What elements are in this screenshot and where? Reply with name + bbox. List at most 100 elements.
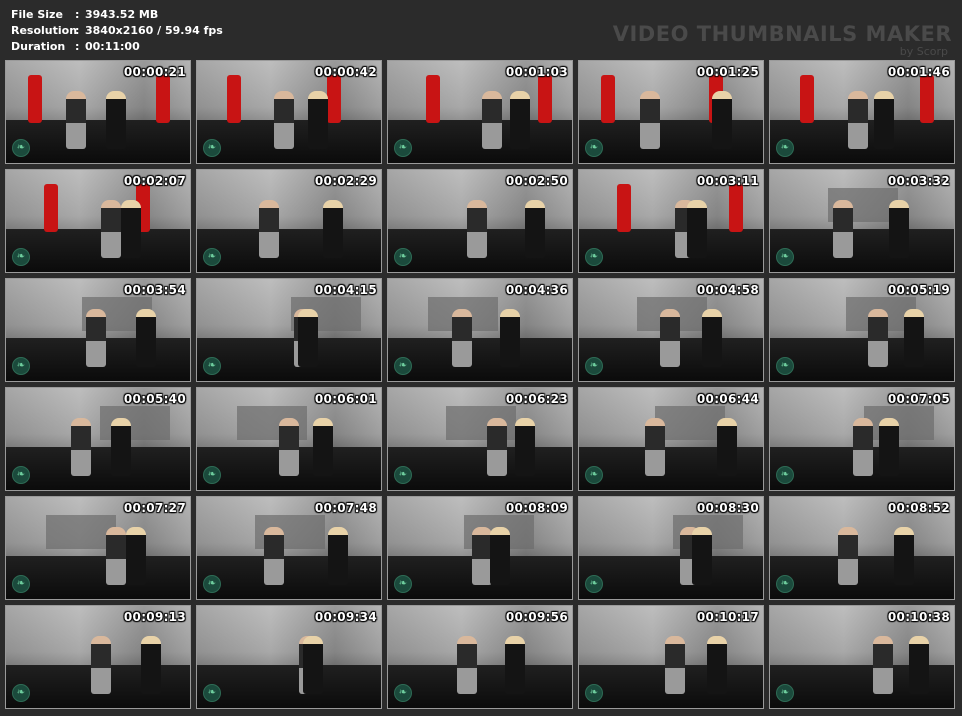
wall-mural: [864, 406, 934, 440]
video-thumbnail[interactable]: 00:07:27 ❧: [5, 496, 191, 600]
watermark-sub: by Scorp: [899, 45, 948, 58]
video-thumbnail[interactable]: 00:01:46 ❧: [769, 60, 955, 164]
leaf-icon: ❧: [12, 139, 30, 157]
video-thumbnail[interactable]: 00:09:56 ❧: [387, 605, 573, 709]
duration-value: 00:11:00: [85, 40, 140, 53]
person-figure: [707, 636, 727, 694]
person-figure: [848, 91, 868, 149]
person-figure: [873, 636, 893, 694]
scene-floor: [388, 120, 572, 163]
timestamp: 00:09:13: [123, 610, 186, 624]
timestamp: 00:03:54: [123, 283, 186, 297]
file-size-value: 3943.52 MB: [85, 8, 159, 21]
timestamp: 00:06:23: [505, 392, 568, 406]
leaf-icon: ❧: [203, 466, 221, 484]
video-thumbnail[interactable]: 00:09:34 ❧: [196, 605, 382, 709]
resolution-label: Resolution: [11, 24, 78, 37]
file-size-label: File Size: [11, 8, 63, 21]
file-info: File Size : 3943.52 MB Resolution : 3840…: [11, 7, 223, 55]
video-thumbnail[interactable]: 00:04:15 ❧: [196, 278, 382, 382]
video-thumbnail[interactable]: 00:06:44 ❧: [578, 387, 764, 491]
leaf-icon: ❧: [776, 357, 794, 375]
video-thumbnail[interactable]: 00:02:50 ❧: [387, 169, 573, 273]
leaf-icon: ❧: [394, 357, 412, 375]
person-figure: [106, 91, 126, 149]
person-figure: [515, 418, 535, 476]
leaf-icon: ❧: [12, 357, 30, 375]
scene-floor: [579, 120, 763, 163]
timestamp: 00:02:50: [505, 174, 568, 188]
scene-floor: [6, 556, 190, 599]
leaf-icon: ❧: [203, 248, 221, 266]
video-thumbnail[interactable]: 00:02:07 ❧: [5, 169, 191, 273]
video-thumbnail[interactable]: 00:06:01 ❧: [196, 387, 382, 491]
person-figure: [660, 309, 680, 367]
video-thumbnail[interactable]: 00:08:09 ❧: [387, 496, 573, 600]
watermark-title: VIDEO THUMBNAILS MAKER: [612, 22, 952, 46]
leaf-icon: ❧: [776, 575, 794, 593]
timestamp: 00:03:11: [696, 174, 759, 188]
timestamp: 00:04:58: [696, 283, 759, 297]
person-figure: [303, 636, 323, 694]
leaf-icon: ❧: [12, 248, 30, 266]
person-figure: [889, 200, 909, 258]
person-figure: [279, 418, 299, 476]
punching-bag: [601, 75, 615, 123]
video-thumbnail[interactable]: 00:08:52 ❧: [769, 496, 955, 600]
leaf-icon: ❧: [585, 466, 603, 484]
leaf-icon: ❧: [394, 575, 412, 593]
leaf-icon: ❧: [776, 139, 794, 157]
video-thumbnail[interactable]: 00:01:03 ❧: [387, 60, 573, 164]
person-figure: [136, 309, 156, 367]
video-thumbnail[interactable]: 00:03:54 ❧: [5, 278, 191, 382]
video-thumbnail[interactable]: 00:00:42 ❧: [196, 60, 382, 164]
video-thumbnail[interactable]: 00:05:19 ❧: [769, 278, 955, 382]
person-figure: [645, 418, 665, 476]
video-thumbnail[interactable]: 00:05:40 ❧: [5, 387, 191, 491]
video-thumbnail[interactable]: 00:01:25 ❧: [578, 60, 764, 164]
timestamp: 00:06:44: [696, 392, 759, 406]
video-thumbnail[interactable]: 00:00:21 ❧: [5, 60, 191, 164]
leaf-icon: ❧: [203, 139, 221, 157]
person-figure: [692, 527, 712, 585]
timestamp: 00:06:01: [314, 392, 377, 406]
video-thumbnail[interactable]: 00:02:29 ❧: [196, 169, 382, 273]
punching-bag: [28, 75, 42, 123]
scene-floor: [197, 338, 381, 381]
person-figure: [472, 527, 492, 585]
resolution-row: Resolution : 3840x2160 / 59.94 fps: [11, 23, 223, 39]
punching-bag: [800, 75, 814, 123]
video-thumbnail[interactable]: 00:04:36 ❧: [387, 278, 573, 382]
video-thumbnail[interactable]: 00:04:58 ❧: [578, 278, 764, 382]
video-thumbnail[interactable]: 00:07:48 ❧: [196, 496, 382, 600]
thumbnail-grid: 00:00:21 ❧ 00:00:42 ❧ 00:01:03 ❧ 00:01:25 ❧ 00:0…: [5, 60, 958, 712]
leaf-icon: ❧: [394, 466, 412, 484]
leaf-icon: ❧: [203, 684, 221, 702]
video-thumbnail[interactable]: 00:10:17 ❧: [578, 605, 764, 709]
video-thumbnail[interactable]: 00:03:32 ❧: [769, 169, 955, 273]
timestamp: 00:05:19: [887, 283, 950, 297]
video-thumbnail[interactable]: 00:10:38 ❧: [769, 605, 955, 709]
leaf-icon: ❧: [12, 575, 30, 593]
timestamp: 00:07:48: [314, 501, 377, 515]
punching-bag: [327, 75, 341, 123]
person-figure: [308, 91, 328, 149]
person-figure: [111, 418, 131, 476]
scene-floor: [6, 120, 190, 163]
video-thumbnail[interactable]: 00:07:05 ❧: [769, 387, 955, 491]
person-figure: [467, 200, 487, 258]
scene-floor: [579, 229, 763, 272]
video-thumbnail[interactable]: 00:03:11 ❧: [578, 169, 764, 273]
leaf-icon: ❧: [394, 248, 412, 266]
timestamp: 00:00:42: [314, 65, 377, 79]
video-thumbnail[interactable]: 00:06:23 ❧: [387, 387, 573, 491]
colon: :: [75, 24, 80, 37]
colon: :: [75, 40, 80, 53]
video-thumbnail[interactable]: 00:09:13 ❧: [5, 605, 191, 709]
timestamp: 00:09:56: [505, 610, 568, 624]
file-size-row: File Size : 3943.52 MB: [11, 7, 223, 23]
video-thumbnail[interactable]: 00:08:30 ❧: [578, 496, 764, 600]
punching-bag: [538, 75, 552, 123]
person-figure: [487, 418, 507, 476]
person-figure: [126, 527, 146, 585]
